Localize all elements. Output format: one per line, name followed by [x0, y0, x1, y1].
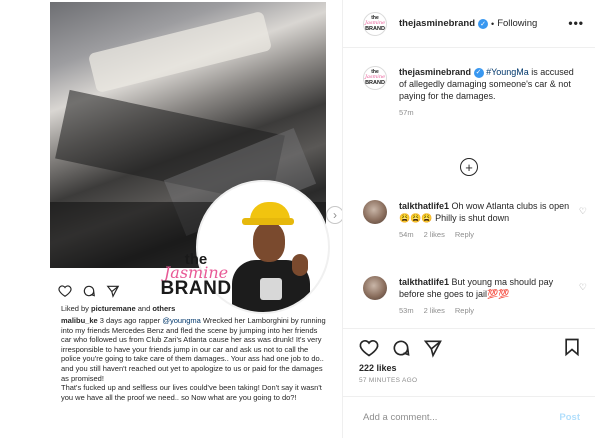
hashtag-link[interactable]: #YoungMa [486, 67, 529, 77]
watermark-logo: the Jasmine BRAND [160, 251, 232, 299]
comment-input[interactable] [363, 412, 560, 423]
separator-dot: • [491, 18, 495, 29]
caption-username-link[interactable]: thejasminebrand [399, 67, 471, 77]
chevron-right-icon[interactable]: › [326, 206, 342, 224]
comment: talkthatlife1 But young ma should pay be… [363, 276, 587, 315]
comment-icon [83, 285, 95, 297]
comment-time: 54m [399, 230, 414, 239]
plus-circle-icon[interactable]: + [460, 158, 478, 176]
comment-likes-link[interactable]: 2 likes [424, 306, 445, 315]
avatar[interactable]: the Jasmine BRAND [363, 66, 387, 90]
comment: talkthatlife1 Oh wow Atlanta clubs is op… [363, 200, 587, 239]
share-icon [106, 285, 120, 298]
post-details-panel: the Jasmine BRAND thejasminebrand ✓ • Fo… [342, 0, 595, 438]
heart-icon[interactable]: ♡ [579, 206, 587, 217]
verified-badge-icon: ✓ [478, 18, 489, 29]
verified-badge-icon: ✓ [473, 67, 484, 78]
post-button[interactable]: Post [559, 412, 580, 423]
comment-username-link[interactable]: talkthatlife1 [399, 277, 449, 287]
reply-button[interactable]: Reply [455, 306, 474, 315]
avatar[interactable] [363, 276, 387, 300]
post-header: the Jasmine BRAND thejasminebrand ✓ • Fo… [343, 0, 595, 48]
heart-icon[interactable] [359, 338, 379, 358]
share-icon[interactable] [423, 338, 443, 358]
heart-icon [58, 285, 72, 297]
following-button[interactable]: Following [497, 18, 537, 29]
embedded-action-bar [58, 284, 120, 298]
reply-button[interactable]: Reply [455, 230, 474, 239]
more-icon[interactable]: ••• [568, 16, 584, 30]
avatar[interactable]: the Jasmine BRAND [363, 11, 387, 36]
post-media-panel: › the Jasmine BRAND Liked by picturemane… [0, 0, 342, 438]
comment-username-link[interactable]: talkthatlife1 [399, 201, 449, 211]
comment-likes-link[interactable]: 2 likes [424, 230, 445, 239]
embedded-likes-line: Liked by picturemane and others [61, 304, 176, 313]
caption-time: 57m [399, 108, 414, 117]
header-username-link[interactable]: thejasminebrand [399, 18, 475, 29]
post-timestamp: 57 MINUTES AGO [359, 377, 418, 384]
embedded-caption: malibu_ke 3 days ago rapper @youngma Wre… [61, 316, 326, 402]
comment-time: 53m [399, 306, 414, 315]
action-bar: 222 likes 57 MINUTES AGO [343, 328, 595, 384]
avatar[interactable] [363, 200, 387, 224]
add-comment-bar: Post [343, 396, 595, 438]
likes-count[interactable]: 222 likes [359, 363, 580, 373]
heart-icon[interactable]: ♡ [579, 282, 587, 293]
post-caption: the Jasmine BRAND thejasminebrand ✓ #You… [363, 66, 574, 117]
bookmark-icon[interactable] [562, 337, 582, 357]
comment-icon[interactable] [391, 338, 411, 358]
